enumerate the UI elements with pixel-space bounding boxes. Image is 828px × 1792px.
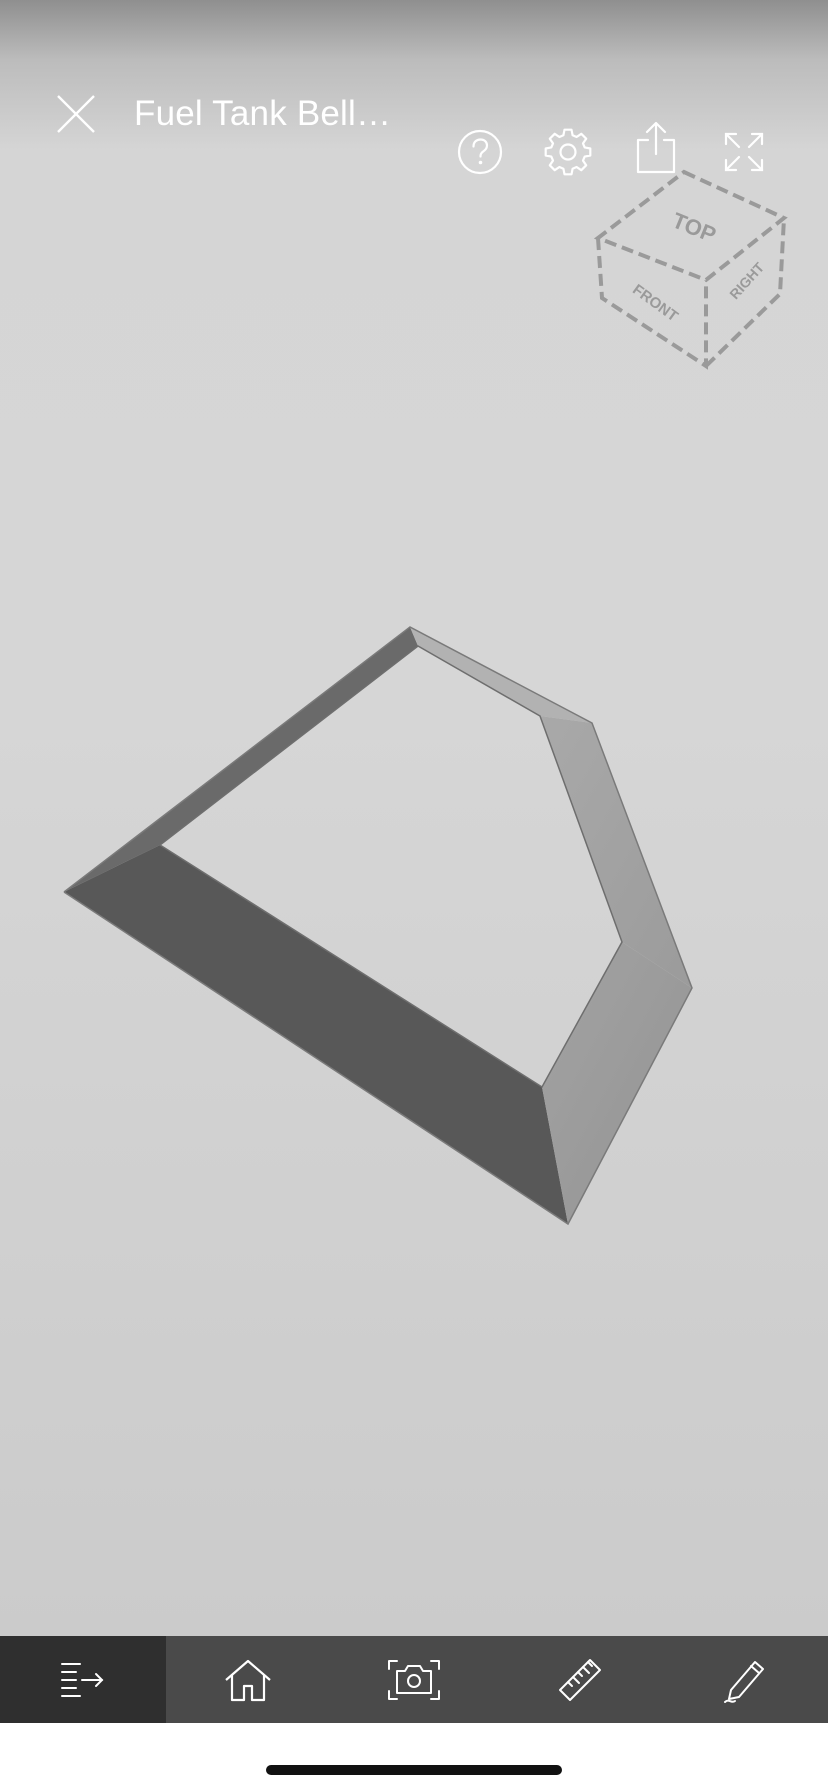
model-browser-icon [60,1662,104,1697]
home-indicator[interactable] [266,1765,562,1775]
view-cube[interactable]: TOP FRONT RIGHT [593,168,790,374]
model-title: Fuel Tank Bell… [134,94,392,133]
model-browser-button[interactable] [0,1636,166,1723]
gear-icon [544,128,592,176]
measure-button[interactable] [497,1636,663,1723]
close-button[interactable] [44,82,108,146]
markup-button[interactable] [662,1636,828,1723]
camera-icon [387,1659,440,1700]
screenshot-button[interactable] [331,1636,497,1723]
ruler-icon [558,1658,601,1701]
model-face-lower-right [542,942,692,1224]
3d-viewport[interactable]: Fuel Tank Bell… TOP FRONT RIGHT [0,0,828,1636]
help-button[interactable] [452,124,508,180]
help-icon [457,129,503,175]
model-face-right [540,716,692,988]
viewcube-top-label: TOP [669,208,720,248]
home-icon [225,1659,272,1701]
bottom-toolbar [0,1636,828,1723]
home-view-button[interactable] [166,1636,332,1723]
home-indicator-area [0,1723,828,1792]
viewcube-right-label: RIGHT [726,259,767,302]
model-face-bottom [64,845,568,1224]
pencil-icon [724,1660,765,1703]
settings-button[interactable] [540,124,596,180]
close-icon [57,95,95,133]
